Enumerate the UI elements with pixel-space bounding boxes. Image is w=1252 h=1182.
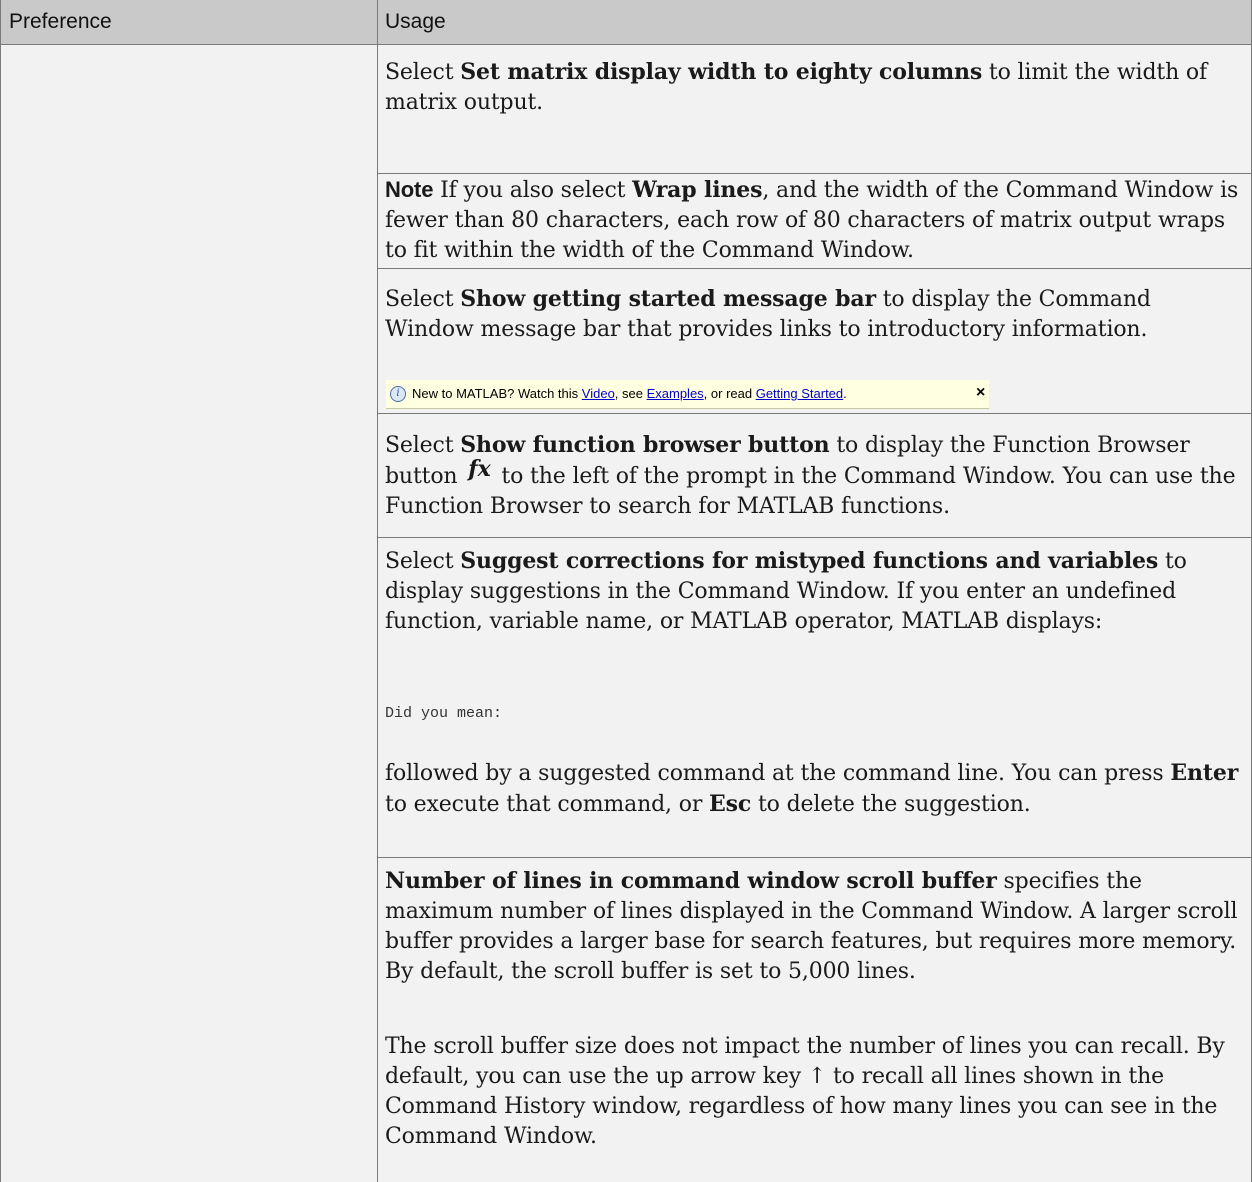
text: , see bbox=[614, 386, 647, 401]
column-divider bbox=[377, 0, 378, 1182]
suggest-followup: followed by a suggested command at the c… bbox=[385, 758, 1245, 820]
text: to execute that command, or bbox=[385, 792, 710, 817]
row-separator bbox=[377, 268, 1252, 269]
text: to the left of the prompt in the Command… bbox=[385, 464, 1236, 519]
examples-link[interactable]: Examples bbox=[647, 386, 704, 401]
row-separator bbox=[377, 413, 1252, 414]
key-name: Esc bbox=[709, 791, 752, 817]
matrix-width-description: Select Set matrix display width to eight… bbox=[385, 57, 1245, 118]
key-name: Enter bbox=[1170, 760, 1239, 786]
option-name: Wrap lines bbox=[632, 177, 763, 203]
scroll-buffer-description: Number of lines in command window scroll… bbox=[385, 866, 1245, 987]
note: Note If you also select Wrap lines, and … bbox=[385, 175, 1245, 266]
text: Select bbox=[385, 60, 461, 85]
note-separator bbox=[377, 173, 1252, 174]
row-separator bbox=[377, 857, 1252, 858]
option-name: Suggest corrections for mistyped functio… bbox=[460, 548, 1159, 574]
text: Select bbox=[385, 287, 461, 312]
info-icon: i bbox=[390, 386, 406, 402]
text: . bbox=[843, 386, 847, 401]
text: New to MATLAB? Watch this bbox=[412, 386, 582, 401]
option-name: Show function browser button bbox=[460, 432, 830, 458]
getting-started-description: Select Show getting started message bar … bbox=[385, 284, 1245, 345]
option-name: Set matrix display width to eighty colum… bbox=[460, 59, 983, 85]
text: to delete the suggestion. bbox=[751, 792, 1031, 817]
function-browser-icon: fx bbox=[468, 456, 491, 482]
column-header-preference: Preference bbox=[9, 10, 112, 33]
text: Select bbox=[385, 549, 461, 574]
row-separator bbox=[377, 537, 1252, 538]
table-header: Preference Usage bbox=[0, 0, 1252, 45]
function-browser-description: Select Show function browser button to d… bbox=[385, 430, 1245, 522]
text: followed by a suggested command at the c… bbox=[385, 761, 1171, 786]
code-sample: Did you mean: bbox=[385, 705, 503, 722]
column-header-usage: Usage bbox=[385, 10, 446, 33]
note-label: Note bbox=[385, 177, 434, 202]
getting-started-message-bar: i New to MATLAB? Watch this Video, see E… bbox=[386, 380, 989, 409]
option-name: Show getting started message bar bbox=[460, 286, 876, 312]
video-link[interactable]: Video bbox=[582, 386, 615, 401]
preferences-table: Preference Usage Select Set matrix displ… bbox=[0, 0, 1252, 1182]
scroll-buffer-note: The scroll buffer size does not impact t… bbox=[385, 1034, 1225, 1149]
suggest-corrections-description: Select Suggest corrections for mistyped … bbox=[385, 546, 1245, 637]
table-border-left bbox=[0, 0, 1, 1182]
close-icon[interactable]: × bbox=[976, 384, 985, 402]
option-name: Number of lines in command window scroll… bbox=[385, 868, 997, 894]
text: , or read bbox=[703, 386, 756, 401]
text: If you also select bbox=[433, 178, 633, 203]
message-bar-text: New to MATLAB? Watch this Video, see Exa… bbox=[412, 386, 847, 401]
getting-started-link[interactable]: Getting Started bbox=[756, 386, 843, 401]
text: Select bbox=[385, 433, 461, 458]
